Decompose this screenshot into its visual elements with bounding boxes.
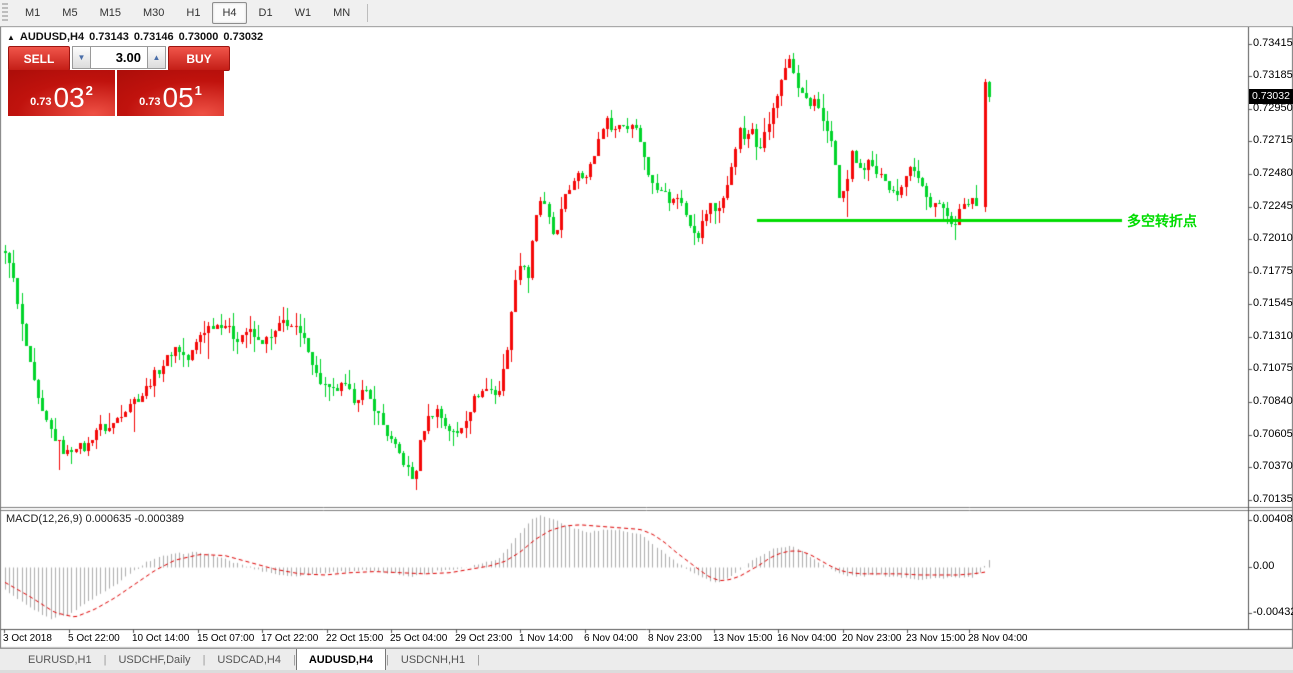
tab-usdcnh-h1[interactable]: USDCNH,H1 — [389, 649, 477, 671]
buy-price-pip-digit: 1 — [195, 83, 202, 98]
volume-increase-button[interactable]: ▲ — [147, 46, 166, 69]
timeframe-button-w1[interactable]: W1 — [285, 2, 322, 24]
tab-separator: | — [477, 649, 480, 671]
tab-usdchf-daily[interactable]: USDCHF,Daily — [106, 649, 202, 671]
sell-price-prefix: 0.73 — [30, 96, 51, 108]
timeframe-button-d1[interactable]: D1 — [249, 2, 283, 24]
tab-audusd-h4[interactable]: AUDUSD,H4 — [296, 649, 386, 671]
sell-button[interactable]: SELL — [8, 46, 70, 71]
timeframe-buttons: M1M5M15M30H1H4D1W1MN — [14, 2, 361, 24]
timeframe-button-h4[interactable]: H4 — [212, 2, 246, 24]
toolbar-grip[interactable] — [2, 3, 8, 23]
sell-price-button[interactable]: 0.73 03 2 — [8, 70, 115, 116]
buy-price-big-digits: 05 — [163, 85, 194, 111]
timeframe-toolbar: M1M5M15M30H1H4D1W1MN — [0, 0, 1293, 27]
mt4-window: M1M5M15M30H1H4D1W1MN ▲ AUDUSD,H4 0.73143… — [0, 0, 1293, 673]
one-click-trading-panel: SELL ▼ ▲ BUY 0.73 03 2 0.73 05 1 — [8, 46, 230, 116]
timeframe-button-h1[interactable]: H1 — [176, 2, 210, 24]
buy-price-button[interactable]: 0.73 05 1 — [117, 70, 224, 116]
toolbar-separator — [367, 4, 368, 22]
tab-usdcad-h4[interactable]: USDCAD,H4 — [205, 649, 293, 671]
timeframe-button-m15[interactable]: M15 — [90, 2, 131, 24]
sell-price-pip-digit: 2 — [86, 83, 93, 98]
timeframe-button-m5[interactable]: M5 — [52, 2, 87, 24]
timeframe-button-m30[interactable]: M30 — [133, 2, 174, 24]
buy-button[interactable]: BUY — [168, 46, 230, 71]
volume-decrease-button[interactable]: ▼ — [72, 46, 91, 69]
volume-input[interactable] — [91, 46, 147, 69]
buy-price-prefix: 0.73 — [139, 96, 160, 108]
timeframe-button-mn[interactable]: MN — [323, 2, 360, 24]
tabbar-lead-space — [0, 649, 16, 671]
tab-eurusd-h1[interactable]: EURUSD,H1 — [16, 649, 104, 671]
sell-price-big-digits: 03 — [54, 85, 85, 111]
chart-tab-bar: EURUSD,H1|USDCHF,Daily|USDCAD,H4|AUDUSD,… — [0, 648, 1293, 671]
timeframe-button-m1[interactable]: M1 — [15, 2, 50, 24]
